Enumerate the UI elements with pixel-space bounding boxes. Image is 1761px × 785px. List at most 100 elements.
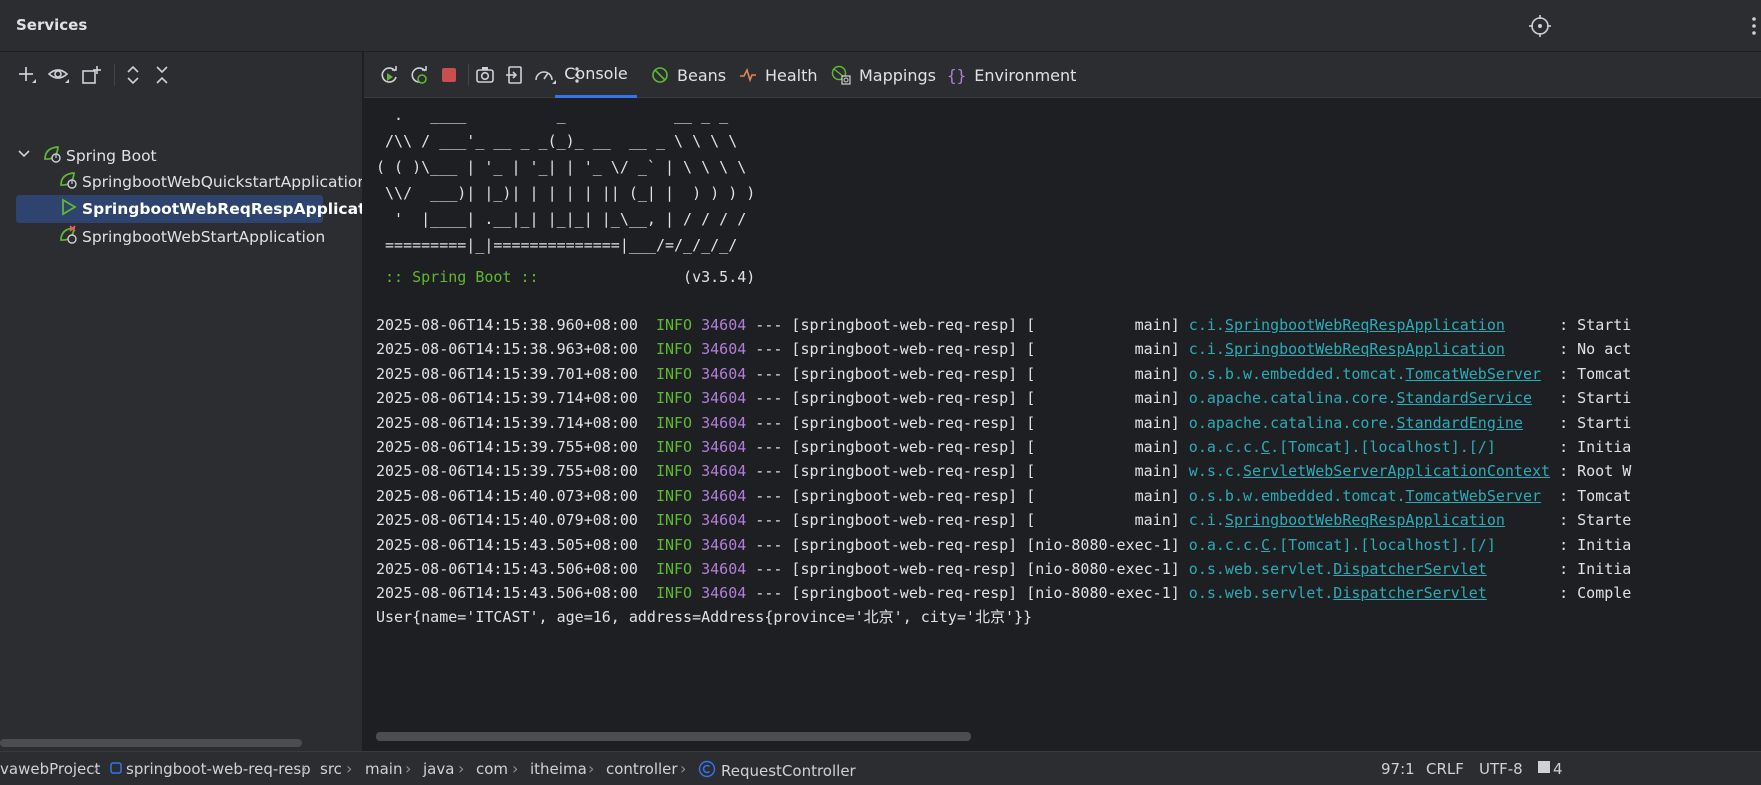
tab-label: Health: [765, 65, 818, 85]
expand-all-icon[interactable]: [118, 60, 148, 90]
tree-toolbar: [0, 52, 362, 98]
indent-settings[interactable]: 4: [1537, 760, 1563, 778]
log-thread: --- [springboot-web-req-resp] [ main]: [746, 316, 1189, 334]
status-bar: vawebProject › springboot-web-req-resp ›…: [0, 751, 1761, 785]
breadcrumb-separator: ›: [512, 759, 519, 778]
rerun-icon[interactable]: [374, 60, 404, 90]
log-line: 2025-08-06T14:15:39.714+08:00 INFO 34604…: [376, 385, 1631, 411]
tab-health[interactable]: Health: [739, 52, 818, 98]
export-icon[interactable]: [500, 60, 530, 90]
collapse-all-icon[interactable]: [147, 60, 177, 90]
log-logger-class[interactable]: StandardEngine: [1397, 414, 1523, 432]
more-options-icon[interactable]: [1748, 14, 1761, 38]
log-logger-class[interactable]: DispatcherServlet: [1333, 584, 1487, 602]
toolbar-divider: [114, 64, 115, 86]
log-message: : Tomcat: [1559, 486, 1632, 505]
log-line: 2025-08-06T14:15:39.755+08:00 INFO 34604…: [376, 458, 1631, 484]
view-options-eye-icon[interactable]: [44, 60, 74, 90]
log-pid: 34604: [701, 511, 747, 530]
breadcrumb-src[interactable]: src: [320, 760, 342, 778]
stop-icon[interactable]: [434, 60, 464, 90]
tree-item-reqresp-app[interactable]: SpringbootWebReqRespApplication: [16, 195, 362, 223]
mappings-icon: [831, 65, 851, 85]
breadcrumb-project[interactable]: vawebProject: [0, 760, 100, 778]
breadcrumb-module[interactable]: springboot-web-req-resp: [110, 760, 311, 778]
banner-line: ' |____| .__|_| |_|_| |_\__, | / / / /: [376, 210, 747, 228]
snapshot-camera-icon[interactable]: [470, 60, 500, 90]
log-logger-class[interactable]: ServletWebServerApplicationContext: [1243, 462, 1550, 480]
console-user-output: User{name='ITCAST', age=16, address=Addr…: [376, 608, 1033, 626]
rerun-debug-icon[interactable]: [404, 60, 434, 90]
log-line: 2025-08-06T14:15:43.506+08:00 INFO 34604…: [376, 556, 1631, 582]
log-logger-class[interactable]: SpringbootWebReqRespApplication: [1225, 511, 1505, 529]
log-logger-class[interactable]: C: [1261, 536, 1270, 554]
log-logger-class[interactable]: C: [1261, 438, 1270, 456]
tab-label: Beans: [677, 65, 727, 85]
breadcrumb-separator: ›: [346, 759, 353, 778]
tab-console[interactable]: Console: [555, 52, 637, 98]
log-line: 2025-08-06T14:15:39.714+08:00 INFO 34604…: [376, 410, 1631, 436]
log-level: INFO: [655, 535, 693, 554]
line-ending[interactable]: CRLF: [1426, 760, 1464, 778]
log-logger-class[interactable]: TomcatWebServer: [1406, 365, 1541, 383]
log-logger-class[interactable]: TomcatWebServer: [1406, 487, 1541, 505]
log-padding: [1541, 487, 1559, 505]
tab-environment[interactable]: {} Environment: [947, 52, 1076, 98]
console-pane: Console Beans Health Mappings {} Environ…: [364, 52, 1761, 751]
log-logger-package: o.s.web.servlet.: [1188, 560, 1334, 578]
log-timestamp: 2025-08-06T14:15:43.505+08:00: [376, 535, 638, 554]
tree-horizontal-scrollbar[interactable]: [0, 739, 302, 747]
tree-item-start-app[interactable]: SpringbootWebStartApplication: [58, 223, 362, 251]
console-output[interactable]: . ____ _ __ _ _ /\\ / ___'_ __ _ _(_)_ _…: [364, 100, 1761, 740]
log-logger-class[interactable]: DispatcherServlet: [1333, 560, 1487, 578]
console-horizontal-scrollbar[interactable]: [376, 732, 971, 741]
log-level: INFO: [655, 316, 693, 334]
log-thread: --- [springboot-web-req-resp] [nio-8080-…: [746, 560, 1189, 578]
log-logger-class[interactable]: SpringbootWebReqRespApplication: [1225, 340, 1505, 358]
breadcrumb-com[interactable]: com: [476, 760, 508, 778]
log-line: 2025-08-06T14:15:40.079+08:00 INFO 34604…: [376, 507, 1631, 533]
log-line: 2025-08-06T14:15:43.506+08:00 INFO 34604…: [376, 580, 1631, 606]
console-toolbar: Console Beans Health Mappings {} Environ…: [364, 52, 1761, 98]
banner-line: ( ( )\___ | '_ | '_| | '_ \/ _` | \ \ \ …: [376, 158, 747, 176]
log-level: INFO: [655, 462, 693, 481]
breadcrumb-separator: ›: [458, 759, 465, 778]
breadcrumb-main[interactable]: main: [365, 760, 402, 778]
log-message: : Root W: [1559, 462, 1632, 481]
cursor-position[interactable]: 97:1: [1381, 760, 1415, 778]
log-padding: [1532, 389, 1559, 407]
chevron-down-icon[interactable]: [16, 146, 32, 166]
crosshair-icon[interactable]: [1528, 14, 1552, 38]
log-pid: 34604: [701, 340, 747, 359]
log-logger-package: o.apache.catalina.core.: [1188, 389, 1397, 408]
file-encoding[interactable]: UTF-8: [1479, 760, 1523, 778]
tree-group-spring-boot[interactable]: Spring Boot: [16, 142, 362, 170]
log-timestamp: 2025-08-06T14:15:40.079+08:00: [376, 511, 638, 530]
tab-mappings[interactable]: Mappings: [831, 52, 936, 98]
breadcrumb-itheima[interactable]: itheima: [530, 760, 587, 778]
log-padding: [1550, 462, 1559, 480]
log-message: : Initia: [1559, 560, 1632, 578]
log-line: 2025-08-06T14:15:38.960+08:00 INFO 34604…: [376, 312, 1631, 338]
log-logger-package: o.s.b.w.embedded.tomcat.: [1188, 486, 1406, 505]
log-logger-suffix: .[Tomcat].[localhost].[/]: [1270, 438, 1560, 456]
log-logger-class[interactable]: StandardService: [1397, 389, 1532, 407]
log-thread: --- [springboot-web-req-resp] [ main]: [746, 389, 1189, 408]
log-padding: [1487, 584, 1559, 602]
breadcrumb-java[interactable]: java: [423, 760, 454, 778]
log-logger-package: o.a.c.c.: [1188, 438, 1262, 456]
tree-item-label: SpringbootWebStartApplication: [82, 228, 326, 246]
log-level: INFO: [655, 438, 693, 456]
log-padding: [1505, 340, 1559, 358]
tab-beans[interactable]: Beans: [651, 52, 726, 98]
breadcrumb-class[interactable]: RequestController: [698, 760, 856, 782]
breadcrumb-controller[interactable]: controller: [606, 760, 678, 778]
new-group-icon[interactable]: [76, 60, 106, 90]
breadcrumb-separator: ›: [588, 759, 595, 778]
log-logger-class[interactable]: SpringbootWebReqRespApplication: [1225, 316, 1505, 334]
log-level: INFO: [655, 413, 693, 432]
log-pid: 34604: [701, 364, 747, 383]
banner-line: /\\ / ___'_ __ _ _(_)_ __ __ _ \ \ \ \: [376, 132, 738, 150]
add-service-icon[interactable]: [12, 60, 42, 90]
tree-item-quickstart-app[interactable]: SpringbootWebQuickstartApplication: [58, 168, 362, 196]
